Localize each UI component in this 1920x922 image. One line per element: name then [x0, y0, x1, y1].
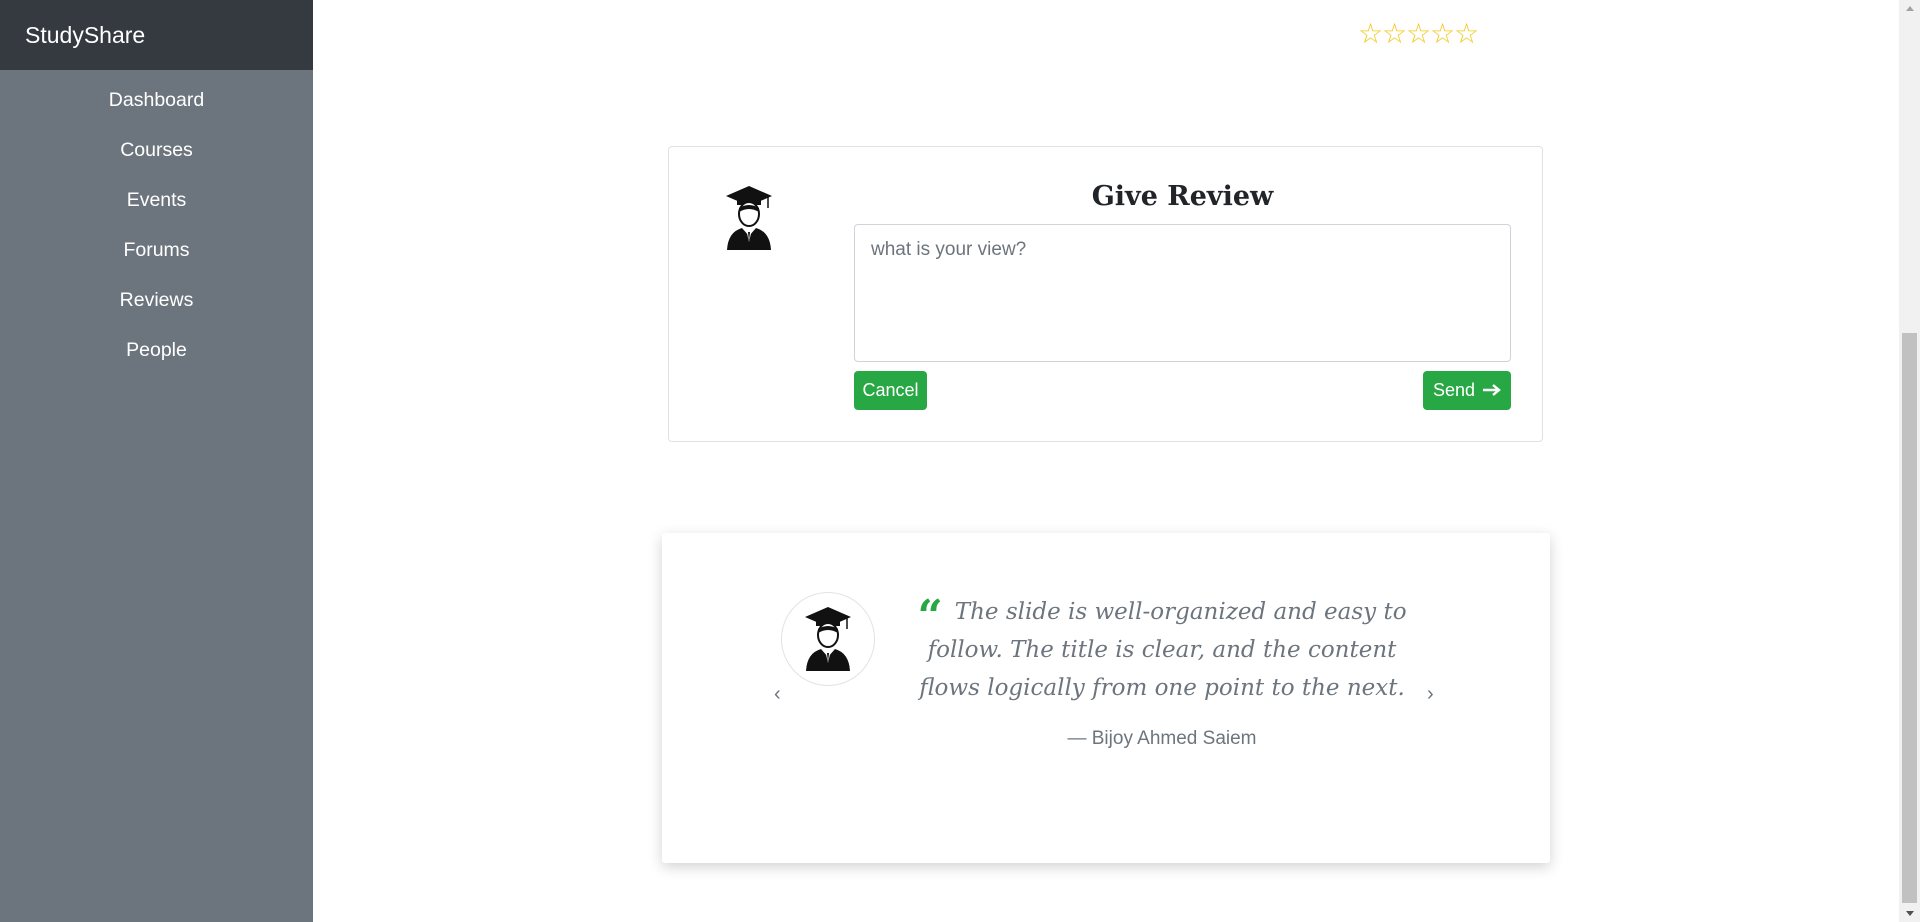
- sidebar-item-people[interactable]: People: [0, 325, 313, 375]
- testimonial-avatar: [781, 592, 875, 686]
- carousel-prev-icon[interactable]: ‹: [774, 683, 781, 706]
- star-rating: ☆ ☆ ☆ ☆ ☆: [1358, 18, 1479, 50]
- review-title: Give Review: [1091, 181, 1274, 212]
- graduate-avatar-icon: [805, 607, 851, 671]
- sidebar-item-reviews[interactable]: Reviews: [0, 275, 313, 325]
- sidebar-nav: Dashboard Courses Events Forums Reviews …: [0, 70, 313, 375]
- sidebar: StudyShare Dashboard Courses Events Foru…: [0, 0, 313, 922]
- testimonial-quote: “The slide is well-organized and easy to…: [902, 593, 1422, 707]
- star-icon[interactable]: ☆: [1406, 18, 1431, 50]
- testimonial-author: — Bijoy Ahmed Saiem: [1067, 728, 1257, 749]
- sidebar-item-forums[interactable]: Forums: [0, 225, 313, 275]
- scroll-thumb[interactable]: [1902, 333, 1917, 903]
- testimonial-text: The slide is well-organized and easy to …: [919, 599, 1407, 701]
- star-icon[interactable]: ☆: [1454, 18, 1479, 50]
- cancel-button[interactable]: Cancel: [854, 371, 927, 410]
- carousel-next-icon[interactable]: ›: [1427, 683, 1434, 706]
- quote-left-icon: “: [917, 591, 943, 642]
- graduate-avatar-icon: [724, 184, 774, 252]
- send-button[interactable]: Send: [1423, 371, 1511, 410]
- sidebar-item-dashboard[interactable]: Dashboard: [0, 75, 313, 125]
- sidebar-item-courses[interactable]: Courses: [0, 125, 313, 175]
- star-icon[interactable]: ☆: [1382, 18, 1407, 50]
- scroll-up-icon[interactable]: [1899, 0, 1920, 17]
- cancel-button-label: Cancel: [862, 380, 919, 400]
- arrow-right-icon: [1483, 380, 1501, 401]
- testimonial-carousel: “The slide is well-organized and easy to…: [662, 533, 1550, 863]
- review-form-card: Give Review Cancel Send: [668, 146, 1543, 442]
- page-scrollbar[interactable]: [1899, 0, 1920, 922]
- scroll-down-icon[interactable]: [1899, 905, 1920, 922]
- send-button-label: Send: [1432, 380, 1476, 400]
- review-textarea[interactable]: [854, 224, 1511, 362]
- sidebar-item-events[interactable]: Events: [0, 175, 313, 225]
- star-icon[interactable]: ☆: [1430, 18, 1455, 50]
- star-icon[interactable]: ☆: [1358, 18, 1383, 50]
- brand-logo[interactable]: StudyShare: [0, 0, 313, 70]
